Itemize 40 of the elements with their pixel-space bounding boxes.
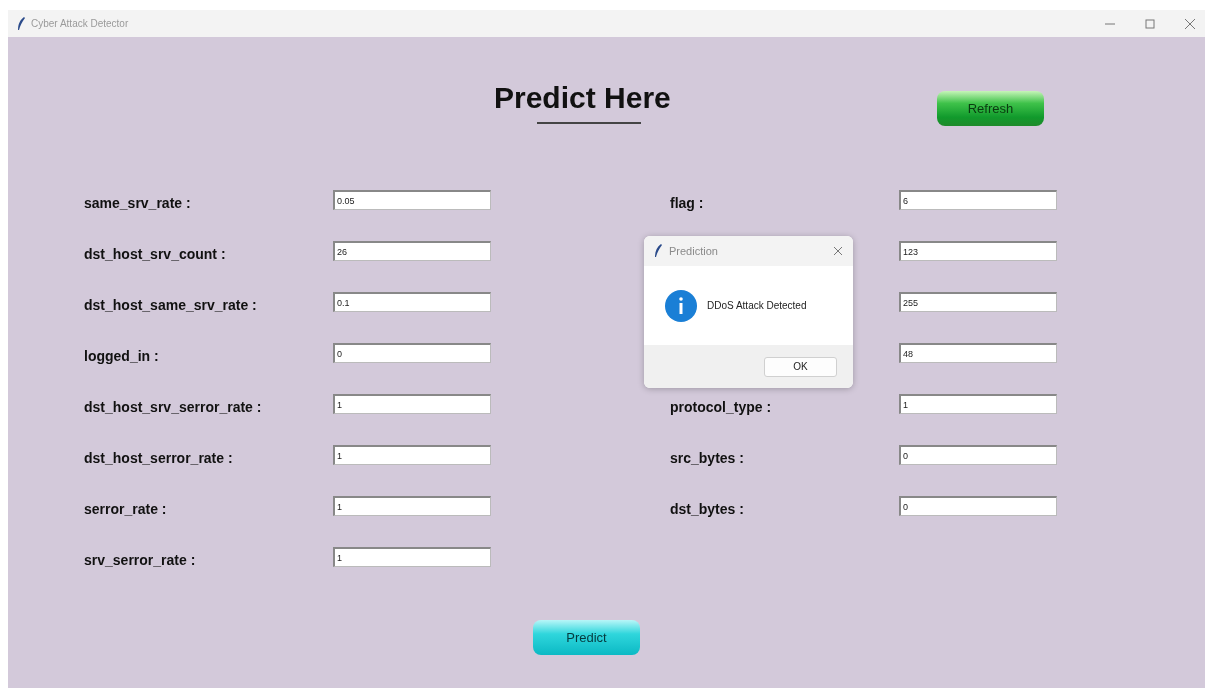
field-label: protocol_type : — [670, 399, 772, 415]
input-field[interactable]: 1 — [333, 496, 491, 516]
input-field[interactable]: 255 — [899, 292, 1057, 312]
input-field[interactable]: 0.1 — [333, 292, 491, 312]
page-heading: Predict Here — [494, 80, 671, 116]
field-label: dst_host_srv_serror_rate : — [84, 399, 262, 415]
input-field[interactable]: 48 — [899, 343, 1057, 363]
close-icon[interactable] — [1185, 18, 1195, 29]
input-field[interactable]: 0.05 — [333, 190, 491, 210]
field-label: dst_host_same_srv_rate : — [84, 297, 257, 313]
field-label: flag : — [670, 195, 704, 211]
input-field[interactable]: 0 — [899, 445, 1057, 465]
field-label: srv_serror_rate : — [84, 552, 196, 568]
info-icon — [665, 289, 697, 322]
field-label: dst_bytes : — [670, 501, 744, 517]
input-field[interactable]: 0 — [899, 496, 1057, 516]
feather-icon — [17, 16, 25, 31]
input-field[interactable]: 26 — [333, 241, 491, 261]
window-title: Cyber Attack Detector — [31, 18, 130, 29]
close-icon[interactable] — [833, 246, 843, 256]
refresh-button[interactable]: Refresh — [937, 91, 1044, 126]
feather-icon — [654, 244, 662, 258]
input-field[interactable]: 1 — [333, 394, 491, 414]
input-field[interactable]: 1 — [333, 445, 491, 465]
ok-button[interactable]: OK — [764, 356, 837, 377]
input-field[interactable]: 1 — [333, 547, 491, 567]
field-label: serror_rate : — [84, 501, 167, 517]
input-field[interactable]: 6 — [899, 190, 1057, 210]
input-field[interactable]: 123 — [899, 241, 1057, 261]
maximize-icon[interactable] — [1145, 18, 1155, 29]
dialog-message: DDoS Attack Detected — [707, 300, 807, 311]
predict-button[interactable]: Predict — [533, 620, 640, 655]
field-label: logged_in : — [84, 348, 159, 364]
dialog-title: Prediction — [669, 245, 719, 257]
field-label: src_bytes : — [670, 450, 744, 466]
field-label: same_srv_rate : — [84, 195, 191, 211]
field-label: dst_host_srv_count : — [84, 246, 226, 262]
field-label: dst_host_serror_rate : — [84, 450, 233, 466]
input-field[interactable]: 1 — [899, 394, 1057, 414]
input-field[interactable]: 0 — [333, 343, 491, 363]
